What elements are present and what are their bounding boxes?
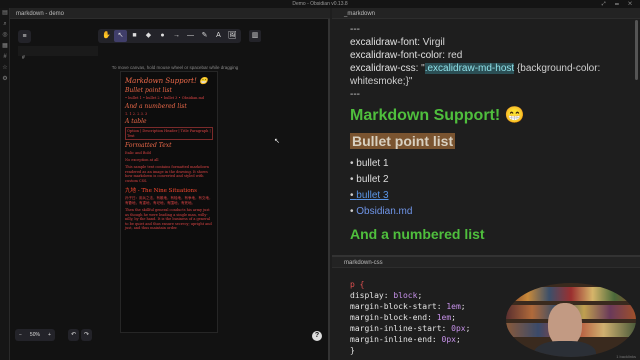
undo-button[interactable]: ↶ <box>68 329 79 341</box>
right-tab-bar: _markdown <box>332 8 640 19</box>
card-formatted-heading: Formatted Text <box>125 142 172 149</box>
graph-icon[interactable]: ◎ <box>0 30 10 41</box>
card-lorem: This sample text contains formatted mark… <box>125 165 209 183</box>
frontmatter-open: --- <box>350 24 360 35</box>
shape-toolbar: ✋ ↖ ■ ◆ ● → — ✎ A 🖼 <box>98 29 241 43</box>
card-numbered-heading: And a numbered list <box>125 102 187 110</box>
md-heading-2: Bullet point list <box>350 133 456 149</box>
webcam-overlay <box>506 283 636 357</box>
window-title: Demo - Obsidian v0.13.8 <box>292 1 348 7</box>
files-icon[interactable]: ▤ <box>0 8 10 19</box>
card-bullet-heading: Bullet point list <box>125 87 172 94</box>
left-tab-bar: markdown - demo <box>10 8 330 19</box>
star-icon[interactable]: ☆ <box>0 63 10 74</box>
draw-tool[interactable]: ✎ <box>198 30 211 42</box>
css-line: margin-block-end: 1em; <box>350 313 456 322</box>
card-table-heading: A table <box>125 118 147 125</box>
markdown-scrollbar[interactable] <box>635 20 638 80</box>
color-value: red <box>445 50 463 61</box>
help-button[interactable]: ? <box>312 331 322 341</box>
list-item-link[interactable]: bullet 3 <box>350 188 622 204</box>
md-bullet-list: bullet 1 bullet 2 bullet 3 Obsidian.md <box>350 156 622 220</box>
frontmatter-color: excalidraw-font-color: red <box>350 49 622 62</box>
style-panel: # <box>18 46 98 61</box>
menu-button[interactable]: ≡ <box>18 30 31 43</box>
markdown-embed-card[interactable]: Markdown Support! 😁 Bullet point list • … <box>120 71 218 333</box>
presenter-shirt <box>534 341 596 357</box>
list-item: bullet 2 <box>350 172 622 188</box>
zoom-control: − 50% + <box>15 329 55 341</box>
style-panel-text: # <box>22 55 25 61</box>
css-class: .excalidraw-md-host <box>424 63 515 74</box>
frontmatter-font: excalidraw-font: Virgil <box>350 36 622 49</box>
history-controls: ↶ ↷ <box>68 329 92 341</box>
zoom-in-button[interactable]: + <box>44 329 55 341</box>
right-tab-title[interactable]: _markdown <box>344 9 375 19</box>
frontmatter-close: --- <box>350 89 360 100</box>
redo-button[interactable]: ↷ <box>81 329 92 341</box>
card-quote: No exception at all <box>125 157 159 162</box>
text-tool[interactable]: A <box>212 30 225 42</box>
calendar-icon[interactable]: ▦ <box>0 41 10 52</box>
settings-icon[interactable]: ⚙ <box>0 74 10 85</box>
card-nine-heading: 九地 - The Nine Situations <box>125 188 197 194</box>
line-tool[interactable]: — <box>184 30 197 42</box>
mouse-cursor-icon: ↖ <box>274 138 280 145</box>
css-line: margin-inline-start: 0px; <box>350 324 471 333</box>
list-item: bullet 1 <box>350 156 622 172</box>
css-selector: p { <box>350 280 365 289</box>
color-key: excalidraw-font-color: <box>350 50 446 61</box>
search-icon[interactable]: ⌕ <box>0 19 10 30</box>
md-heading-1: Markdown Support! 😁 <box>350 107 525 124</box>
image-tool[interactable]: 🖼 <box>226 30 239 42</box>
tag-icon[interactable]: # <box>0 52 10 63</box>
md-heading-3: And a numbered list <box>350 226 485 242</box>
css-line: margin-block-start: 1em; <box>350 302 466 311</box>
hand-tool[interactable]: ✋ <box>100 30 113 42</box>
font-value: Virgil <box>420 37 445 48</box>
ellipse-tool[interactable]: ● <box>156 30 169 42</box>
card-bullets: • bullet 1 • bullet 2 • bullet 3 • Obsid… <box>125 96 205 100</box>
frontmatter-css: excalidraw-css: ".excalidraw-md-host {ba… <box>350 62 622 88</box>
canvas-hint: To move canvas, hold mouse wheel or spac… <box>111 65 239 70</box>
card-formatted: Italic and Bold <box>125 151 151 155</box>
list-item-external-link[interactable]: Obsidian.md <box>350 204 622 220</box>
window-titlebar: Demo - Obsidian v0.13.8 ⤢ ▭ ✕ <box>0 0 640 8</box>
zoom-out-button[interactable]: − <box>15 329 26 341</box>
library-button[interactable]: ▥ <box>249 30 261 42</box>
diamond-tool[interactable]: ◆ <box>142 30 155 42</box>
rectangle-tool[interactable]: ■ <box>128 30 141 42</box>
card-title: Markdown Support! 😁 <box>125 77 208 85</box>
css-line: margin-inline-end: 0px; <box>350 335 461 344</box>
zoom-value[interactable]: 50% <box>26 329 44 341</box>
card-nine-text: 孙子曰：用兵之法，有散地，有轻地，有争地，有交地，有衢地，有重地，有圮地，有围地… <box>125 196 213 205</box>
css-line: display: block; <box>350 291 423 300</box>
left-ribbon: ▤ ⌕ ◎ ▦ # ☆ ⚙ <box>0 8 10 360</box>
font-key: excalidraw-font: <box>350 37 421 48</box>
status-bar-text: 1 backlinks <box>616 354 636 359</box>
css-close: } <box>350 346 355 355</box>
markdown-editor[interactable]: --- excalidraw-font: Virgil excalidraw-f… <box>332 19 640 255</box>
card-tail-text: Then the skillful general conducts his a… <box>125 208 212 230</box>
css-tab-bar: markdown-css <box>332 257 640 268</box>
css-tab-title[interactable]: markdown-css <box>344 258 383 268</box>
left-tab-title[interactable]: markdown - demo <box>16 9 64 19</box>
css-key: excalidraw-css: <box>350 63 419 74</box>
css-code: p { display: block; margin-block-start: … <box>350 279 470 356</box>
bookshelf <box>506 287 636 301</box>
card-table: Option | Description Header | Title Para… <box>125 127 213 140</box>
window-controls[interactable]: ⤢ ▭ ✕ <box>602 1 636 7</box>
css-quote: " <box>418 63 425 74</box>
select-tool[interactable]: ↖ <box>114 30 127 42</box>
card-numbered: 1. 1 2. 2 3. 3 <box>125 111 148 116</box>
excalidraw-canvas[interactable]: ≡ # ✋ ↖ ■ ◆ ● → — ✎ A 🖼 ▥ To move canvas… <box>10 19 330 360</box>
arrow-tool[interactable]: → <box>170 30 183 42</box>
